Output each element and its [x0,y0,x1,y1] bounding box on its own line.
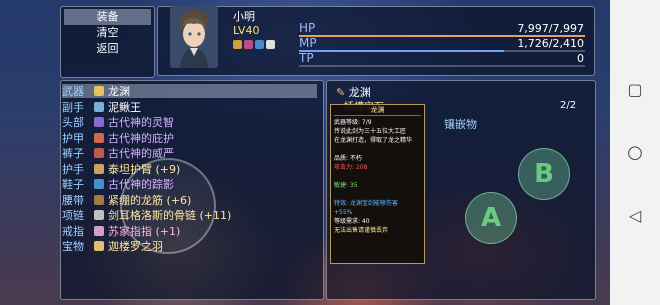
gauge-label-hp: HP [299,21,316,35]
item-detail-line: 特效: 龙渊宝剑能够伤害 [334,200,398,207]
command-item[interactable]: 清空 [64,25,151,41]
actor-level: LV40 [233,24,260,37]
inlaid-label: 镶嵌物 [444,118,477,131]
b-button[interactable]: B [518,148,570,200]
equip-slot-item-name: 龙渊 [108,85,130,98]
equip-slot-item: 泥鳅王 [94,100,141,115]
equip-slot-item: 龙渊 [94,84,130,99]
actor-portrait [170,6,218,68]
item-detail-line: 武器等级: 7/9 [334,119,372,126]
item-detail-line: 攻击力: 208 [334,164,368,171]
virtual-joystick[interactable] [120,158,216,254]
back-button[interactable]: ◁ [629,206,641,225]
equip-slot-item: 古代神的庇护 [94,131,174,146]
a-button[interactable]: A [465,192,517,244]
equip-slot-item-name: 泥鳅王 [108,100,141,114]
command-item[interactable]: 装备 [64,9,151,25]
item-icon [94,117,104,127]
buff-icon-3 [255,40,264,49]
item-detail-line: 品质: 不朽 [334,155,362,162]
a-button-label: A [480,203,502,233]
item-detail-line: +55% [334,209,353,216]
item-detail-lines: 武器等级: 7/9 传说此剑为三十五位大工匠 在龙渊打造，得取了龙之精华 品质: 不朽… [331,116,424,237]
item-icon [94,132,104,143]
item-detail-line: 无法出售请谨慎丢弃 [334,227,389,234]
command-list: 装备 清空 返回 [64,9,151,57]
system-nav-bar: ▢ ○ ◁ [610,0,660,305]
item-detail-line: 等级需求: 40 [334,218,370,225]
item-detail-line: 在龙渊打造，得取了龙之精华 [334,137,413,144]
command-window: 装备 清空 返回 [60,6,155,78]
gauge-value-mp: 1,726/2,410 [517,37,584,50]
item-detail-line [334,172,421,181]
item-detail-card: 龙渊 武器等级: 7/9 传说此剑为三十五位大工匠 在龙渊打造，得取了龙之精华 品质:… [330,104,425,264]
game-screen: 装备 清空 返回 小明 LV40 HP 7,997/7,997 MP 1,726/2,41… [0,0,610,305]
b-button-label: B [534,159,554,189]
item-icon [94,86,104,96]
buff-icon-2 [244,40,253,49]
state-icons [233,40,275,49]
gauge-value-hp: 7,997/7,997 [517,22,584,35]
item-detail-title: 龙渊 [334,105,421,116]
item-detail-line [334,145,421,154]
item-icon [94,210,104,220]
item-icon [94,101,104,112]
gauge-label-tp: TP [299,51,314,65]
equip-slot-item-name: 古代神的灵智 [108,116,174,129]
home-button[interactable]: ○ [627,142,643,163]
actor-name: 小明 [233,10,255,23]
item-icon [94,194,104,205]
gauge-label-mp: MP [299,36,317,50]
item-icon [94,225,104,236]
equip-slot-item: 古代神的灵智 [94,115,174,130]
buff-icon-1 [233,40,242,49]
item-detail-line [334,190,421,199]
buff-icon-4 [266,40,275,49]
recent-apps-button[interactable]: ▢ [627,80,642,99]
command-item[interactable]: 返回 [64,41,151,57]
item-icon [94,148,104,158]
equip-slot-item-name: 古代神的庇护 [108,131,174,145]
item-detail-line: 传说此剑为三十五位大工匠 [334,128,407,135]
item-detail-line: 敏捷: 35 [334,182,358,189]
item-icon [94,163,104,174]
equip-page-indicator: 2/2 [560,100,577,111]
gauge-value-tp: 0 [577,52,584,65]
item-icon [94,241,104,251]
gauge-track-tp [299,65,585,67]
item-icon [94,179,104,189]
